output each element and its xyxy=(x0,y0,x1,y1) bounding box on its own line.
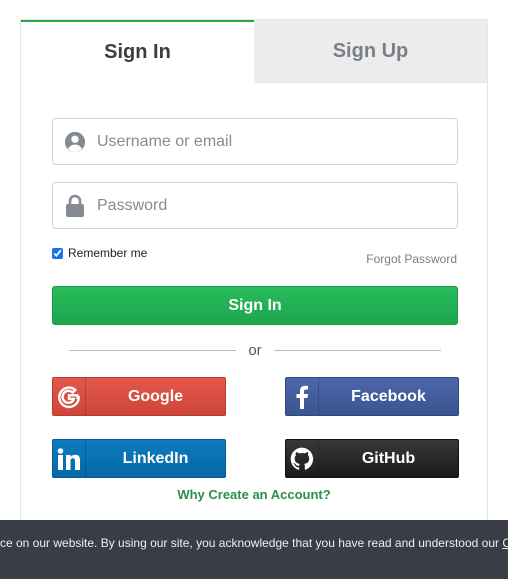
lock-icon xyxy=(53,194,97,218)
tab-sign-in[interactable]: Sign In xyxy=(21,20,254,83)
linkedin-button[interactable]: LinkedIn xyxy=(52,439,226,478)
auth-tabs: Sign In Sign Up xyxy=(21,20,487,83)
google-button[interactable]: Google xyxy=(52,377,226,416)
linkedin-label: LinkedIn xyxy=(122,449,189,467)
user-icon xyxy=(53,131,97,153)
divider-line-right xyxy=(273,350,441,351)
auth-card: Sign In Sign Up Remember me Forgot Passw… xyxy=(20,19,488,531)
google-icon xyxy=(53,378,86,415)
cookie-banner: ce on our website. By using our site, yo… xyxy=(0,520,508,579)
username-field xyxy=(52,118,458,165)
why-create-account-link[interactable]: Why Create an Account? xyxy=(21,487,487,502)
cookie-policy-link[interactable]: C xyxy=(502,536,508,550)
sign-in-button[interactable]: Sign In xyxy=(52,286,458,325)
facebook-button[interactable]: Facebook xyxy=(285,377,459,416)
password-field xyxy=(52,182,458,229)
or-divider: or xyxy=(69,342,441,359)
cookie-text-wrapper: ce on our website. By using our site, yo… xyxy=(0,536,508,550)
password-input[interactable] xyxy=(97,183,457,228)
facebook-icon xyxy=(286,378,319,415)
github-icon xyxy=(286,440,319,477)
forgot-password-link[interactable]: Forgot Password xyxy=(366,252,457,266)
remember-me: Remember me xyxy=(52,246,147,260)
github-button[interactable]: GitHub xyxy=(285,439,459,478)
linkedin-icon xyxy=(53,440,86,477)
divider-line-left xyxy=(69,350,237,351)
or-label: or xyxy=(248,342,262,359)
tab-sign-up[interactable]: Sign Up xyxy=(254,20,487,83)
username-input[interactable] xyxy=(97,119,457,164)
google-label: Google xyxy=(127,387,184,405)
remember-me-label: Remember me xyxy=(68,246,148,260)
github-label: GitHub xyxy=(361,449,416,467)
facebook-label: Facebook xyxy=(351,387,426,405)
remember-me-checkbox[interactable] xyxy=(52,247,63,259)
cookie-text: ce on our website. By using our site, yo… xyxy=(0,536,503,550)
